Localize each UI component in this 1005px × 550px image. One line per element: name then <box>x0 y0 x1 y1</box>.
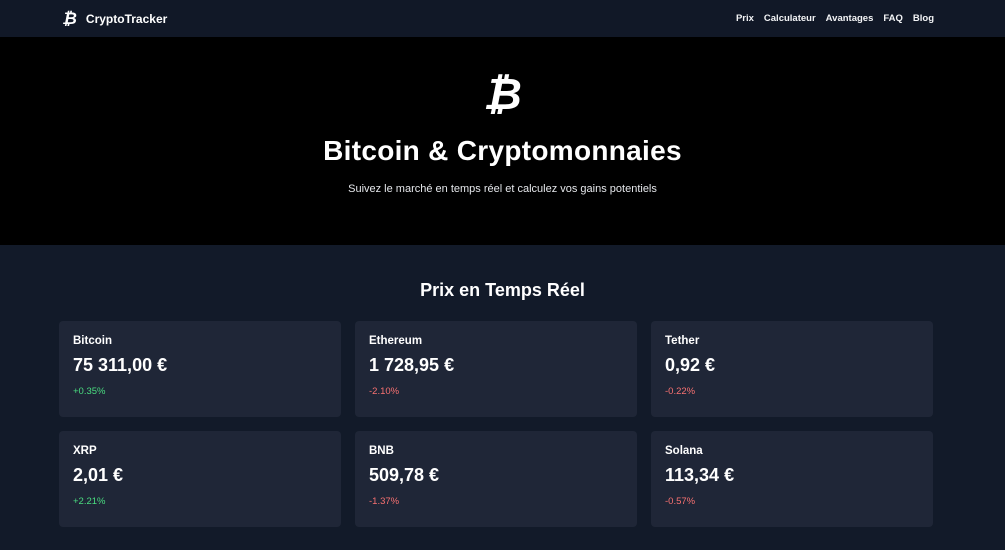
price-card-grid: Bitcoin 75 311,00 € +0.35% Ethereum 1 72… <box>59 321 934 527</box>
nav-links: Prix Calculateur Avantages FAQ Blog <box>736 13 934 24</box>
coin-price: 113,34 € <box>665 465 735 485</box>
brand-name: CryptoTracker <box>85 11 168 26</box>
bitcoin-icon: ₿ <box>483 70 522 119</box>
nav-link-avantages[interactable]: Avantages <box>826 13 874 24</box>
coin-price: 1 728,95 € <box>369 355 455 375</box>
section-title: Prix en Temps Réel <box>420 280 585 300</box>
coin-name: Solana <box>665 445 703 457</box>
coin-price: 75 311,00 € <box>73 355 168 375</box>
coin-change: -0.22% <box>665 386 696 397</box>
coin-name: BNB <box>369 445 394 457</box>
coin-name: Ethereum <box>369 335 423 347</box>
brand-logo[interactable]: ₿ CryptoTracker <box>62 10 167 27</box>
price-card-solana[interactable]: Solana 113,34 € -0.57% <box>651 431 933 527</box>
price-card-bnb[interactable]: BNB 509,78 € -1.37% <box>355 431 637 527</box>
coin-change: -2.10% <box>369 386 400 397</box>
nav-link-faq[interactable]: FAQ <box>883 13 903 24</box>
coin-price: 2,01 € <box>73 465 124 485</box>
price-card-tether[interactable]: Tether 0,92 € -0.22% <box>651 321 933 417</box>
price-card-ethereum[interactable]: Ethereum 1 728,95 € -2.10% <box>355 321 637 417</box>
coin-change: -1.37% <box>369 496 400 507</box>
coin-change: +2.21% <box>73 496 106 507</box>
coin-price: 509,78 € <box>369 465 440 485</box>
coin-change: -0.57% <box>665 496 696 507</box>
coin-price: 0,92 € <box>665 355 716 375</box>
hero-section: ₿ Bitcoin & Cryptomonnaies Suivez le mar… <box>0 37 1005 245</box>
price-card-xrp[interactable]: XRP 2,01 € +2.21% <box>59 431 341 527</box>
hero-title: Bitcoin & Cryptomonnaies <box>323 135 682 166</box>
coin-name: XRP <box>73 445 97 457</box>
hero-subtitle: Suivez le marché en temps réel et calcul… <box>348 183 657 195</box>
coin-name: Bitcoin <box>73 335 112 347</box>
navbar: ₿ CryptoTracker Prix Calculateur Avantag… <box>0 0 1005 37</box>
nav-link-calculateur[interactable]: Calculateur <box>764 13 816 24</box>
coin-name: Tether <box>665 335 700 347</box>
price-card-bitcoin[interactable]: Bitcoin 75 311,00 € +0.35% <box>59 321 341 417</box>
bitcoin-icon: ₿ <box>62 9 77 28</box>
nav-link-prix[interactable]: Prix <box>736 13 754 24</box>
nav-link-blog[interactable]: Blog <box>913 13 934 24</box>
coin-change: +0.35% <box>73 386 106 397</box>
